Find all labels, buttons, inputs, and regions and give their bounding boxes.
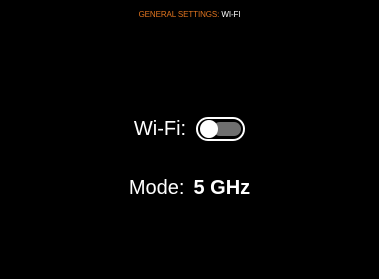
wifi-setting-row: Wi-Fi: xyxy=(0,114,379,144)
breadcrumb-page: WI-FI xyxy=(221,10,241,19)
mode-value[interactable]: 5 GHz xyxy=(193,177,250,200)
breadcrumb: GENERAL SETTINGS: WI-FI xyxy=(0,10,379,20)
breadcrumb-section: GENERAL SETTINGS: xyxy=(138,10,220,19)
mode-label: Mode: xyxy=(128,176,185,199)
wifi-toggle[interactable] xyxy=(196,117,246,141)
settings-screen: GENERAL SETTINGS: WI-FI Wi-Fi: Mode: 5 G… xyxy=(0,0,379,279)
toggle-knob xyxy=(200,120,219,138)
mode-setting-row[interactable]: Mode: 5 GHz xyxy=(0,175,379,201)
wifi-label: Wi-Fi: xyxy=(133,117,187,140)
